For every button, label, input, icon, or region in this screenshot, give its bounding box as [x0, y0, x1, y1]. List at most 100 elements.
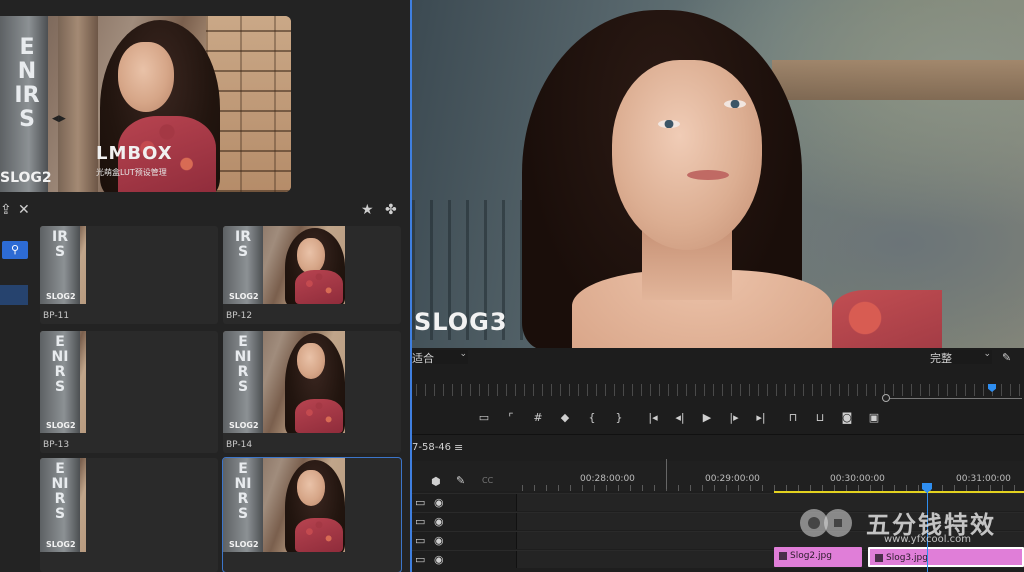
extract-icon[interactable]: ⊔ [811, 410, 829, 426]
mark-in-icon[interactable]: ⌜ [502, 410, 520, 426]
preview-sign-text: ENIRS [14, 35, 40, 132]
browser-toolbar: ⇪ ✕ ★ ✤ [0, 198, 410, 224]
lut-thumbnail[interactable]: ENIRS SLOG2 BP-13 [40, 331, 218, 453]
lut-thumbnail[interactable]: ENIRS SLOG2 [222, 457, 402, 572]
search-button[interactable]: ⚲ [2, 241, 28, 259]
mark-out-bracket-icon[interactable]: } [610, 410, 628, 426]
watermark-logo-icon [800, 509, 852, 537]
eye-icon[interactable]: ◉ [434, 554, 444, 566]
timecode-label: 00:30:00:00 [830, 474, 885, 484]
marker-icon[interactable]: ⬢ [431, 476, 441, 488]
compare-handle-icon[interactable]: ◀▶ [52, 114, 66, 124]
preview-face [118, 42, 174, 112]
favorite-star-icon[interactable]: ★ [361, 202, 374, 218]
thumb-log-label: SLOG2 [46, 292, 76, 301]
chevron-down-icon: ⌄ [459, 349, 467, 359]
marker-icon[interactable]: ◆ [556, 410, 574, 426]
export-frame-icon[interactable]: ◙ [838, 410, 856, 426]
brand-title: LMBOX [96, 143, 173, 164]
wrench-icon[interactable]: ✎ [1002, 352, 1011, 364]
lut-thumbnail[interactable]: IRS SLOG2 BP-11 [40, 226, 218, 324]
monitor-eye-left [658, 120, 680, 128]
play-icon[interactable]: ▶ [698, 410, 716, 426]
safe-margins-icon[interactable]: ▭ [475, 410, 493, 426]
timeline-clip[interactable]: Slog2.jpg [774, 547, 862, 567]
search-icon: ⚲ [10, 243, 20, 256]
track-target-icon[interactable]: ▭ [415, 535, 425, 547]
thumb-sign-text: ENIRS [234, 461, 252, 522]
fx-badge-icon [779, 552, 787, 560]
go-to-in-icon[interactable]: |◂ [644, 410, 662, 426]
quality-dropdown[interactable]: 完整 ⌄ [930, 349, 992, 365]
lut-name: BP-14 [226, 440, 253, 450]
timecode-label: 00:31:00:00 [956, 474, 1011, 484]
eye-icon[interactable]: ◉ [434, 497, 444, 509]
compare-view-icon[interactable]: ▣ [865, 410, 883, 426]
thumb-face [297, 343, 325, 379]
timeline-clip-selected[interactable]: Slog3.jpg [868, 547, 1024, 567]
lut-thumbnail[interactable]: IRS SLOG2 BP-12 [223, 226, 401, 324]
monitor-awning [772, 60, 1024, 100]
thumbnail-image: ENIRS SLOG2 [223, 331, 345, 433]
preview-log-label: SLOG2 [0, 170, 52, 186]
zoom-scrollbar-handle[interactable] [882, 394, 890, 402]
step-back-icon[interactable]: ◂| [671, 410, 689, 426]
grid-view-icon[interactable]: ✤ [385, 202, 397, 218]
lut-name: BP-11 [43, 311, 70, 321]
thumb-log-label: SLOG2 [229, 540, 259, 549]
thumb-log-label: SLOG2 [46, 540, 76, 549]
eye-icon[interactable]: ◉ [434, 516, 444, 528]
lut-name: BP-12 [226, 311, 253, 321]
thumb-face [297, 470, 325, 506]
brand-subtitle: 光萌盒LUT预设管理 [96, 168, 167, 177]
track-target-icon[interactable]: ▭ [415, 554, 425, 566]
timeline-panel: 7-58-46 ≡ ⬢ ✎ CC 00:28:00:00 00:29:00:00… [412, 434, 1024, 572]
chevron-down-icon: ⌄ [983, 349, 991, 359]
zoom-scrollbar[interactable] [882, 398, 1022, 399]
lut-name: BP-13 [43, 440, 70, 450]
export-icon[interactable]: ⇪ [0, 202, 12, 218]
zoom-value: 适合 [412, 352, 434, 365]
monitor-face [612, 60, 762, 250]
quality-value: 完整 [930, 352, 952, 365]
thumb-dress [295, 270, 343, 304]
thumb-log-label: SLOG2 [229, 292, 259, 301]
lut-thumbnail[interactable]: ENIRS SLOG2 [40, 458, 218, 572]
in-point-marker [666, 459, 667, 489]
category-selected[interactable] [0, 285, 28, 305]
captions-icon[interactable]: CC [482, 475, 493, 487]
lut-browser-panel: ENIRS LMBOX 光萌盒LUT预设管理 SLOG2 ◀▶ ⇪ ✕ ★ ✤ … [0, 0, 410, 572]
track-target-icon[interactable]: ▭ [415, 497, 425, 509]
track-target-icon[interactable]: ▭ [415, 516, 425, 528]
step-forward-icon[interactable]: |▸ [725, 410, 743, 426]
lut-thumbnail[interactable]: ENIRS SLOG2 BP-14 [223, 331, 401, 453]
watermark-url: www.yfxcool.com [884, 534, 972, 545]
lift-icon[interactable]: ⊓ [784, 410, 802, 426]
grid-icon[interactable]: # [529, 410, 547, 426]
tools-icon[interactable]: ✕ [18, 202, 30, 218]
wrench-icon[interactable]: ✎ [456, 475, 465, 487]
thumb-sign-text: ENIRS [51, 461, 69, 522]
clip-name: Slog2.jpg [790, 551, 832, 561]
monitor-time-ruler[interactable] [416, 384, 1024, 396]
timeline-header: ⬢ ✎ CC 00:28:00:00 00:29:00:00 00:30:00:… [412, 459, 1024, 491]
sequence-menu-icon[interactable]: ≡ [454, 441, 463, 454]
go-to-out-icon[interactable]: ▸| [752, 410, 770, 426]
premiere-window: ENIRS LMBOX 光萌盒LUT预设管理 SLOG2 ◀▶ ⇪ ✕ ★ ✤ … [0, 0, 1024, 572]
thumb-sign-text: ENIRS [51, 334, 69, 395]
zoom-dropdown[interactable]: 适合 ⌄ [412, 349, 468, 365]
thumb-face [297, 238, 325, 274]
sequence-tab[interactable]: 7-58-46 [412, 442, 451, 453]
thumb-sign-text: IRS [235, 229, 251, 260]
monitor-lips [687, 170, 729, 180]
thumb-log-label: SLOG2 [46, 421, 76, 430]
lut-preview: ENIRS LMBOX 光萌盒LUT预设管理 SLOG2 ◀▶ [0, 16, 291, 192]
thumbnail-image: IRS SLOG2 [40, 226, 86, 304]
eye-icon[interactable]: ◉ [434, 535, 444, 547]
preview-pillar [58, 16, 98, 192]
thumb-dress [295, 518, 343, 552]
thumbnail-image: ENIRS SLOG2 [40, 331, 86, 433]
clip-name: Slog3.jpg [886, 553, 928, 563]
monitor-log-label: SLOG3 [414, 308, 508, 336]
mark-in-bracket-icon[interactable]: { [583, 410, 601, 426]
